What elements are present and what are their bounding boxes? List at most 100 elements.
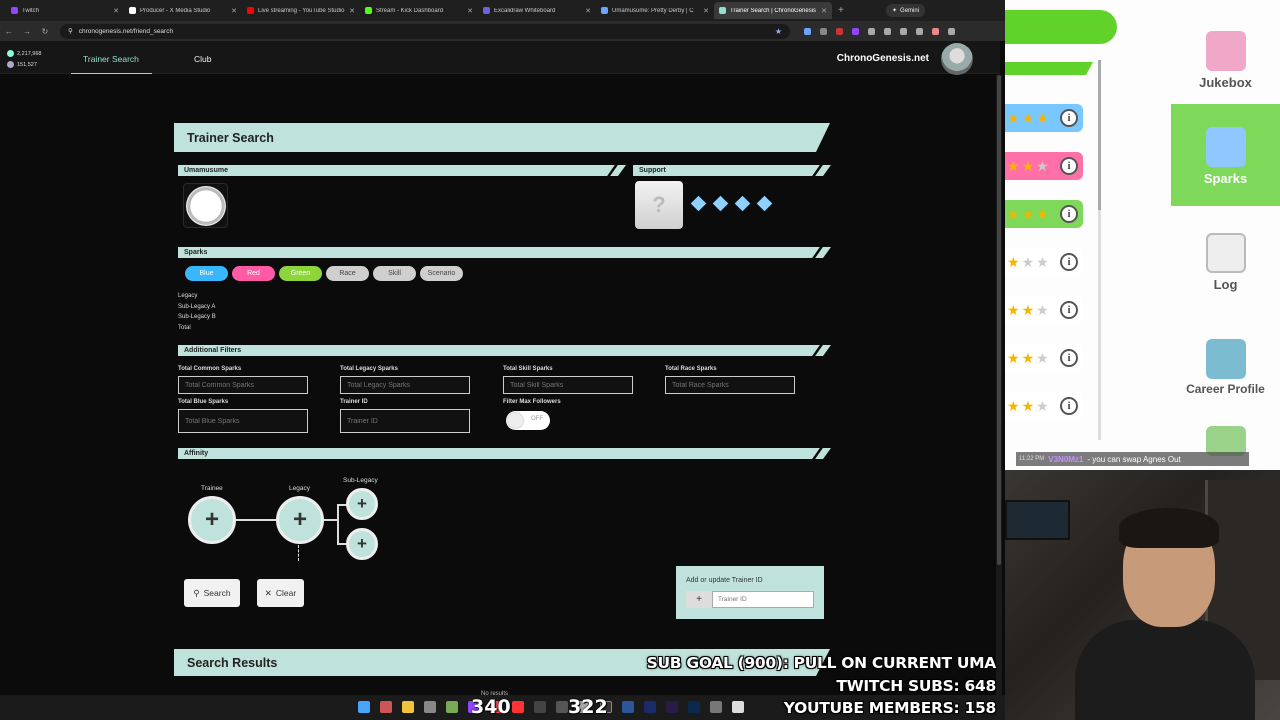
app-icon[interactable] <box>424 701 436 713</box>
max-followers-toggle[interactable]: OFF <box>506 411 550 430</box>
close-tab-icon[interactable]: ✕ <box>349 7 355 15</box>
star-icon: ★ <box>1007 109 1020 126</box>
app-icon[interactable] <box>534 701 546 713</box>
extension-icon[interactable] <box>804 27 811 35</box>
page-scrollbar[interactable] <box>996 75 1002 695</box>
diamond-icon[interactable] <box>756 195 773 212</box>
close-tab-icon[interactable]: ✕ <box>703 7 709 15</box>
star-icon: ★ <box>1007 349 1020 366</box>
browser-tab[interactable]: Excalidraw Whiteboard ✕ <box>478 2 596 19</box>
forward-icon[interactable]: → <box>18 27 36 36</box>
app-icon[interactable] <box>446 701 458 713</box>
extension-icon[interactable] <box>820 27 827 35</box>
spark-scenario-button[interactable]: Scenario <box>420 266 463 281</box>
question-mark-icon: ? <box>652 192 666 217</box>
new-tab-icon[interactable]: + <box>838 5 844 16</box>
total-common-sparks-input[interactable] <box>178 376 308 394</box>
extensions-puzzle-icon[interactable] <box>884 27 891 35</box>
browser-tab[interactable]: Live streaming - YouTube Studio ✕ <box>242 2 360 19</box>
app-icon[interactable] <box>380 701 392 713</box>
close-tab-icon[interactable]: ✕ <box>231 7 237 15</box>
add-sub-legacy-a-button[interactable]: + <box>346 488 378 520</box>
close-tab-icon[interactable]: ✕ <box>821 7 827 15</box>
add-sub-legacy-b-button[interactable]: + <box>346 528 378 560</box>
spark-green-button[interactable]: Green <box>279 266 322 281</box>
nav-trainer-search[interactable]: Trainer Search <box>83 54 139 64</box>
spark-race-button[interactable]: Race <box>326 266 369 281</box>
user-icon <box>7 61 14 69</box>
total-blue-sparks-input[interactable] <box>178 409 308 433</box>
sub-legacy-label: Sub-Legacy <box>343 477 378 484</box>
diamond-icon[interactable] <box>690 195 707 212</box>
url-text: chronogenesis.net/friend_search <box>78 27 174 35</box>
log-menu-item[interactable]: Log <box>1171 216 1280 292</box>
address-bar[interactable]: ⚲ chronogenesis.net/friend_search ★ <box>60 23 790 39</box>
game-scrollbar[interactable] <box>1098 60 1101 440</box>
brand-logo[interactable]: ChronoGenesis.net <box>837 53 929 64</box>
extension-icon[interactable] <box>852 27 859 35</box>
app-icon[interactable] <box>556 701 568 713</box>
back-icon[interactable]: ← <box>0 27 18 36</box>
total-legacy-sparks-input[interactable] <box>340 376 470 394</box>
download-icon[interactable] <box>916 27 923 35</box>
youtube-icon[interactable] <box>512 701 524 713</box>
browser-tab[interactable]: Trainer Search | ChronoGenesis ✕ <box>714 2 832 19</box>
umamusume-select-slot[interactable] <box>183 183 228 228</box>
sidebar-icon[interactable] <box>900 27 907 35</box>
info-icon[interactable]: i <box>1060 157 1078 175</box>
start-icon[interactable] <box>358 701 370 713</box>
star-icon: ★ <box>1036 157 1049 174</box>
nav-club[interactable]: Club <box>194 54 211 64</box>
close-tab-icon[interactable]: ✕ <box>467 7 473 15</box>
total-race-sparks-input[interactable] <box>665 376 795 394</box>
browser-tab[interactable]: Twitch ✕ <box>6 2 124 19</box>
close-tab-icon[interactable]: ✕ <box>585 7 591 15</box>
menu-icon[interactable] <box>948 27 955 35</box>
bookmark-star-icon[interactable]: ★ <box>775 27 782 36</box>
avatar[interactable] <box>941 43 973 75</box>
sparkle-icon: ✦ <box>892 8 898 14</box>
trainer-id-input[interactable] <box>340 409 470 433</box>
add-legacy-button[interactable]: + <box>276 496 324 544</box>
spark-skill-button[interactable]: Skill <box>373 266 416 281</box>
game-scroll-thumb[interactable] <box>1098 60 1101 210</box>
support-card-select-slot[interactable]: ? <box>635 181 683 229</box>
extension-icon[interactable] <box>868 27 875 35</box>
browser-tab[interactable]: Stream - Kick Dashboard ✕ <box>360 2 478 19</box>
tab-title: Producer - X Media Studio <box>140 7 211 14</box>
gemini-button[interactable]: ✦ Gemini <box>886 4 926 17</box>
info-icon[interactable]: i <box>1060 205 1078 223</box>
add-trainer-id-input[interactable] <box>712 591 814 608</box>
total-skill-sparks-input[interactable] <box>503 376 633 394</box>
reload-icon[interactable]: ↻ <box>36 27 54 36</box>
site-info-icon[interactable]: ⚲ <box>68 27 73 35</box>
career-profile-menu-item[interactable]: Career Profile <box>1171 320 1280 396</box>
limit-break-selector[interactable] <box>690 195 773 212</box>
info-icon[interactable]: i <box>1060 397 1078 415</box>
info-icon[interactable]: i <box>1060 109 1078 127</box>
spark-blue-button[interactable]: Blue <box>185 266 228 281</box>
add-trainer-id-button[interactable]: + <box>686 591 712 608</box>
spark-red-button[interactable]: Red <box>232 266 275 281</box>
star-icon: ★ <box>1021 109 1035 126</box>
browser-tab[interactable]: Umamusume: Pretty Derby | C ✕ <box>596 2 714 19</box>
sparks-menu-item[interactable]: Sparks <box>1171 104 1280 206</box>
jukebox-menu-item[interactable]: Jukebox <box>1171 10 1280 90</box>
scrollbar-thumb[interactable] <box>997 75 1001 565</box>
extension-icon[interactable] <box>836 27 843 35</box>
info-icon[interactable]: i <box>1060 349 1078 367</box>
diamond-icon[interactable] <box>712 195 729 212</box>
close-tab-icon[interactable]: ✕ <box>113 7 119 15</box>
search-button[interactable]: ⚲ Search <box>184 579 240 607</box>
info-icon[interactable]: i <box>1060 253 1078 271</box>
profile-icon[interactable] <box>932 27 939 35</box>
file-explorer-icon[interactable] <box>402 701 414 713</box>
star-icon: ★ <box>1007 205 1020 222</box>
clear-button[interactable]: ✕ Clear <box>257 579 304 607</box>
diamond-icon[interactable] <box>734 195 751 212</box>
browser-tab[interactable]: Producer - X Media Studio ✕ <box>124 2 242 19</box>
twitch-subs-text: TWITCH SUBS: 648 <box>836 676 996 695</box>
info-icon[interactable]: i <box>1060 301 1078 319</box>
add-trainee-button[interactable]: + <box>188 496 236 544</box>
trainer-id-label: Trainer ID <box>340 399 368 405</box>
